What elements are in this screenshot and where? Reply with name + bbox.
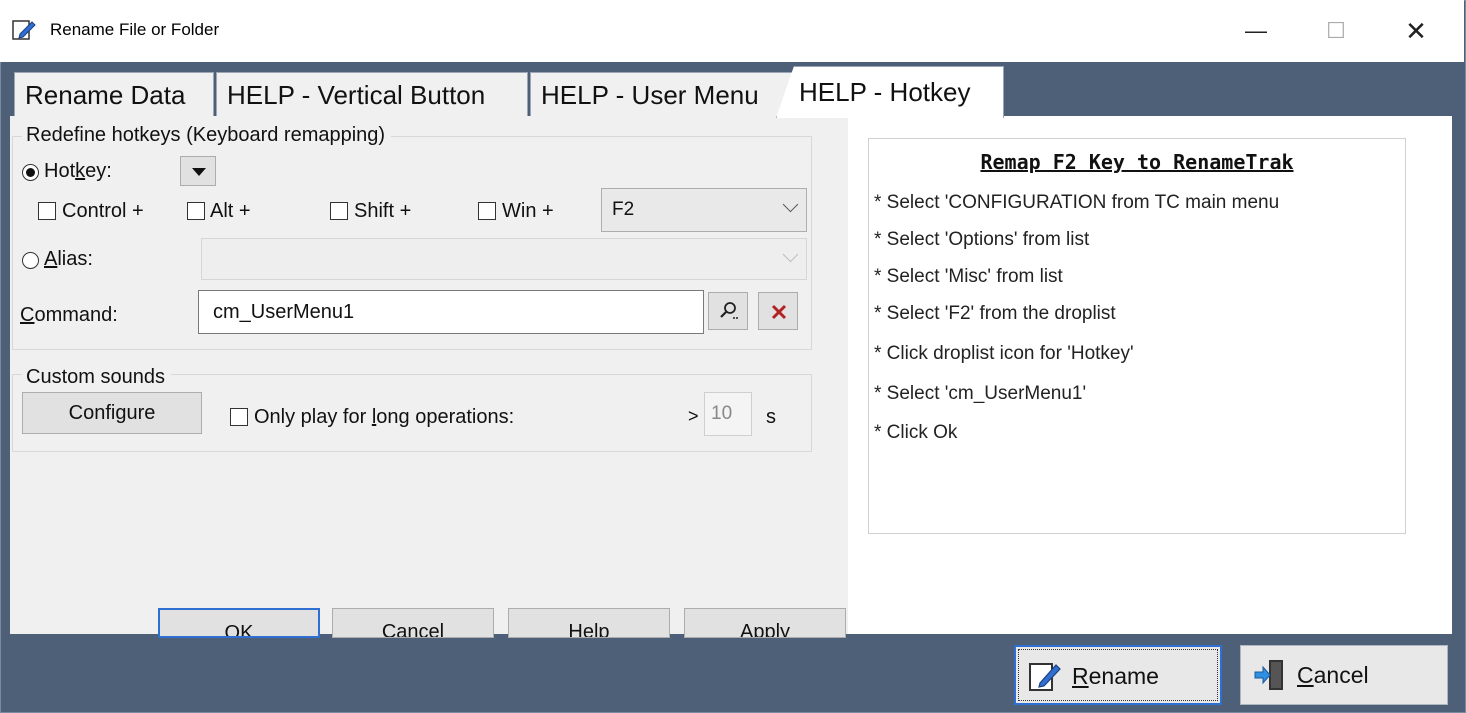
alias-radio-label: Alias: bbox=[44, 248, 93, 270]
maximize-button[interactable]: ☐ bbox=[1316, 14, 1356, 48]
win-checkbox[interactable] bbox=[478, 202, 496, 220]
help-line: * Select 'Options' from list bbox=[874, 229, 1090, 250]
command-label: Command: bbox=[20, 304, 118, 326]
cancel-main-button[interactable]: Cancel bbox=[1240, 645, 1448, 705]
only-play-long-checkbox[interactable] bbox=[230, 408, 248, 426]
rename-button[interactable]: Rename bbox=[1014, 645, 1222, 705]
custom-sounds-title: Custom sounds bbox=[22, 366, 171, 389]
seconds-unit-label: s bbox=[766, 406, 776, 428]
key-select-value: F2 bbox=[612, 199, 635, 220]
hotkeys-group-title: Redefine hotkeys (Keyboard remapping) bbox=[22, 124, 392, 147]
tab-help-hotkey[interactable]: HELP - Hotkey bbox=[776, 66, 1004, 118]
alias-select[interactable] bbox=[201, 238, 807, 280]
help-line: * Select 'CONFIGURATION from TC main men… bbox=[874, 192, 1280, 213]
alt-checkbox[interactable] bbox=[187, 202, 205, 220]
help-button[interactable]: Help bbox=[508, 608, 670, 638]
apply-button[interactable]: Apply bbox=[684, 608, 846, 638]
tab-help-vertical-button[interactable]: HELP - Vertical Button bbox=[216, 72, 528, 116]
help-line: * Select 'Misc' from list bbox=[874, 266, 1063, 287]
help-line: * Select 'F2' from the droplist bbox=[874, 303, 1116, 324]
rename-icon bbox=[1029, 663, 1061, 691]
command-input[interactable]: cm_UserMenu1 bbox=[198, 290, 704, 334]
exit-door-icon bbox=[1254, 660, 1283, 690]
win-label: Win + bbox=[502, 200, 554, 222]
tab-help-user-menu[interactable]: HELP - User Menu bbox=[530, 72, 800, 116]
close-button[interactable]: ✕ bbox=[1396, 14, 1436, 48]
triangle-down-icon bbox=[192, 168, 206, 176]
control-label: Control + bbox=[62, 200, 144, 222]
window-title: Rename File or Folder bbox=[50, 20, 220, 39]
minimize-button[interactable]: — bbox=[1236, 14, 1276, 48]
rename-button-label: Rename bbox=[1072, 663, 1159, 689]
alt-label: Alt + bbox=[210, 200, 251, 222]
shift-checkbox[interactable] bbox=[330, 202, 348, 220]
greater-than-label: > bbox=[688, 406, 699, 426]
control-checkbox[interactable] bbox=[38, 202, 56, 220]
chevron-down-icon bbox=[782, 196, 799, 213]
tab-rename-data[interactable]: Rename Data bbox=[14, 72, 214, 116]
help-line: * Select 'cm_UserMenu1' bbox=[874, 383, 1087, 404]
help-line: * Click droplist icon for 'Hotkey' bbox=[874, 343, 1134, 364]
key-select[interactable]: F2 bbox=[601, 188, 807, 232]
seconds-input-value: 10 bbox=[711, 403, 733, 424]
chevron-down-icon bbox=[782, 246, 799, 263]
command-clear-button[interactable] bbox=[758, 292, 798, 330]
hotkey-radio[interactable] bbox=[22, 164, 39, 181]
command-input-value: cm_UserMenu1 bbox=[213, 301, 355, 323]
ok-button[interactable]: OK bbox=[158, 608, 320, 638]
command-search-button[interactable] bbox=[708, 292, 748, 330]
shift-label: Shift + bbox=[354, 200, 412, 222]
clear-x-icon bbox=[771, 304, 787, 320]
hotkey-dropdown-button[interactable] bbox=[180, 156, 216, 186]
cancel-main-button-label: Cancel bbox=[1297, 662, 1369, 688]
alias-radio[interactable] bbox=[22, 252, 39, 269]
configure-button[interactable]: Configure bbox=[22, 392, 202, 434]
seconds-input[interactable]: 10 bbox=[704, 392, 752, 436]
help-line: * Click Ok bbox=[874, 422, 958, 443]
search-icon bbox=[720, 302, 738, 319]
cancel-button[interactable]: Cancel bbox=[332, 608, 494, 638]
hotkey-radio-label: Hotkey: bbox=[44, 160, 112, 182]
edit-file-icon bbox=[12, 18, 36, 42]
help-title: Remap F2 Key to RenameTrak bbox=[980, 150, 1294, 174]
only-play-long-label: Only play for long operations: bbox=[254, 406, 515, 428]
